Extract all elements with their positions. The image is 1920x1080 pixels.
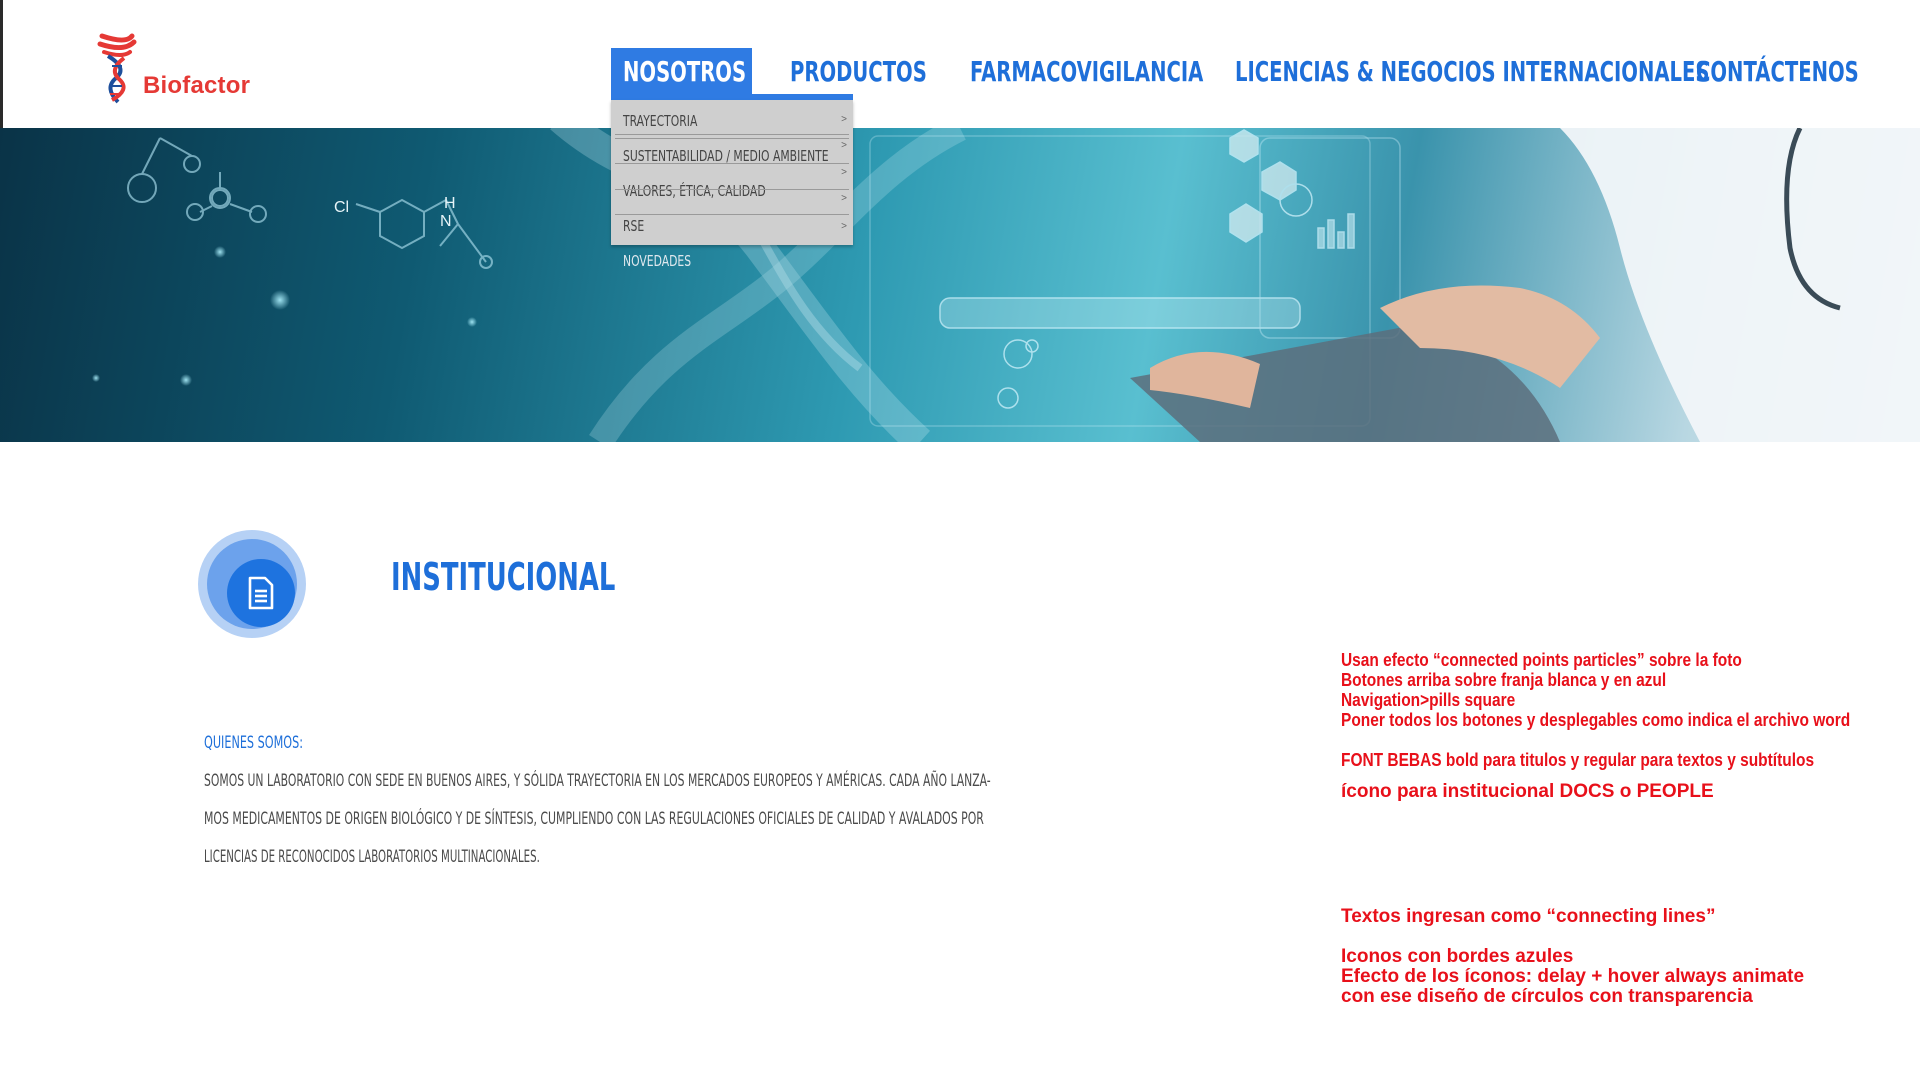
institucional-icon-badge[interactable] — [198, 530, 306, 638]
nav-item-productos[interactable]: PRODUCTOS — [790, 48, 927, 96]
dropdown-item-valores[interactable]: VALORES, ÉTICA, CALIDAD — [623, 182, 766, 200]
design-note: Botones arriba sobre franja blanca y en … — [1341, 670, 1667, 690]
chevron-right-icon[interactable]: > — [841, 221, 847, 232]
body-text-line: SOMOS UN LABORATORIO CON SEDE EN BUENOS … — [204, 771, 991, 791]
design-note: Iconos con bordes azules — [1341, 946, 1574, 967]
dropdown-item-rse[interactable]: RSE — [623, 217, 644, 235]
design-note: FONT BEBAS bold para titulos y regular p… — [1341, 750, 1815, 770]
brand-name: Biofactor — [143, 72, 251, 99]
chevron-right-icon[interactable]: > — [841, 140, 847, 151]
dropdown-divider — [615, 134, 849, 135]
nav-item-farmacovigilancia[interactable]: FARMACOVIGILANCIA — [970, 48, 1203, 96]
dropdown-divider — [615, 163, 849, 164]
chevron-right-icon[interactable]: > — [841, 114, 847, 125]
body-text-line: MOS MEDICAMENTOS DE ORIGEN BIOLÓGICO Y D… — [204, 809, 984, 829]
chevron-right-icon[interactable]: > — [841, 167, 847, 178]
nav-item-licencias[interactable]: LICENCIAS & NEGOCIOS INTERNACIONALES — [1235, 48, 1710, 96]
dropdown-item-novedades[interactable]: NOVEDADES — [623, 252, 691, 270]
design-note: Efecto de los íconos: delay + hover alwa… — [1341, 966, 1805, 987]
dropdown-item-trayectoria[interactable]: TRAYECTORIA — [623, 112, 697, 130]
nav-item-nosotros[interactable]: NOSOTROS — [623, 48, 746, 96]
hero-label-h: H — [444, 195, 456, 212]
chevron-right-icon[interactable]: > — [841, 193, 847, 204]
nosotros-dropdown: TRAYECTORIA > SUSTENTABILIDAD / MEDIO AM… — [611, 100, 853, 245]
site-header: Biofactor NOSOTROS PRODUCTOS FARMACOVIGI… — [0, 0, 1920, 128]
dropdown-divider — [615, 138, 849, 139]
brand-logo[interactable]: Biofactor — [96, 28, 266, 108]
dropdown-divider — [615, 214, 849, 215]
section-title: INSTITUCIONAL — [391, 555, 616, 599]
design-note: Navigation>pills square — [1341, 690, 1516, 710]
design-note: Textos ingresan como “connecting lines” — [1341, 906, 1716, 927]
header-left-edge — [0, 0, 3, 128]
section-subtitle: QUIENES SOMOS: — [204, 733, 303, 753]
design-note: con ese diseño de círculos con transpare… — [1341, 986, 1753, 1007]
hero-banner: Cl H N — [0, 128, 1920, 442]
dropdown-divider — [615, 189, 849, 190]
dna-icon — [97, 33, 137, 104]
design-note: ícono para institucional DOCS o PEOPLE — [1341, 781, 1714, 802]
design-note: Usan efecto “connected points particles”… — [1341, 650, 1742, 670]
design-note: Poner todos los botones y desplegables c… — [1341, 710, 1851, 730]
hero-label-cl: Cl — [334, 199, 349, 216]
nav-item-contactenos[interactable]: CONTÁCTENOS — [1696, 48, 1859, 96]
hero-artwork: Cl H N — [92, 128, 1920, 442]
hero-label-n: N — [440, 213, 452, 230]
document-icon — [248, 576, 274, 610]
body-text-line: LICENCIAS DE RECONOCIDOS LABORATORIOS MU… — [204, 847, 540, 867]
